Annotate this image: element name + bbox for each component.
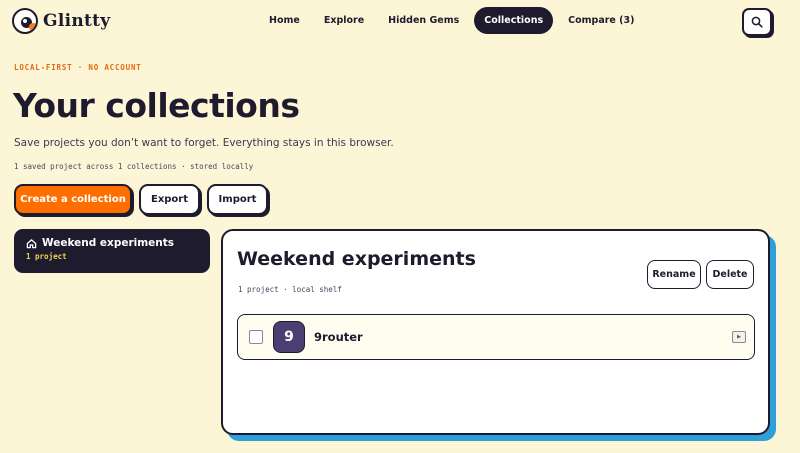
- collection-card-weekend-experiments[interactable]: Weekend experiments 1 project: [14, 229, 210, 273]
- collection-detail-panel: Weekend experiments 1 project · local sh…: [221, 229, 770, 435]
- import-button[interactable]: Import: [207, 184, 268, 215]
- project-avatar: 9: [273, 321, 305, 353]
- top-bar: Glintty Home Explore Hidden Gems Collect…: [0, 0, 800, 42]
- nav-collections[interactable]: Collections: [474, 7, 554, 34]
- search-icon: [751, 16, 763, 28]
- search-button[interactable]: [742, 8, 772, 36]
- main-nav: Home Explore Hidden Gems Collections Com…: [260, 7, 643, 34]
- rename-button[interactable]: Rename: [647, 260, 701, 289]
- create-collection-button[interactable]: Create a collection: [14, 184, 132, 215]
- collection-name: Weekend experiments: [42, 237, 175, 249]
- collection-stats: 1 saved project across 1 collections · s…: [14, 162, 254, 171]
- nav-hidden-gems[interactable]: Hidden Gems: [379, 7, 468, 34]
- collection-count: 1 project: [26, 252, 67, 261]
- expand-icon: ▶: [737, 334, 741, 340]
- project-name[interactable]: 9router: [314, 330, 732, 344]
- collection-actions: Create a collection Export Import: [14, 184, 268, 215]
- collection-title: Weekend experiments: [237, 248, 476, 270]
- expand-button[interactable]: ▶: [732, 331, 746, 343]
- page-subtitle: Save projects you don’t want to forget. …: [14, 137, 394, 149]
- nav-home[interactable]: Home: [260, 7, 309, 34]
- logo-icon: [12, 8, 38, 34]
- nav-explore[interactable]: Explore: [315, 7, 373, 34]
- delete-button[interactable]: Delete: [706, 260, 754, 289]
- home-icon: [26, 238, 37, 248]
- collection-panel-actions: Rename Delete: [647, 260, 754, 289]
- brand-name: Glintty: [43, 11, 111, 31]
- brand-logo[interactable]: Glintty: [12, 8, 110, 34]
- nav-compare[interactable]: Compare (3): [559, 7, 643, 34]
- collection-meta: 1 project · local shelf: [238, 285, 342, 294]
- project-row[interactable]: 9 9router ▶: [237, 314, 755, 360]
- eyebrow-label: LOCAL-FIRST · NO ACCOUNT: [14, 63, 142, 72]
- page-title: Your collections: [13, 86, 300, 125]
- project-checkbox[interactable]: [249, 330, 263, 344]
- export-button[interactable]: Export: [139, 184, 200, 215]
